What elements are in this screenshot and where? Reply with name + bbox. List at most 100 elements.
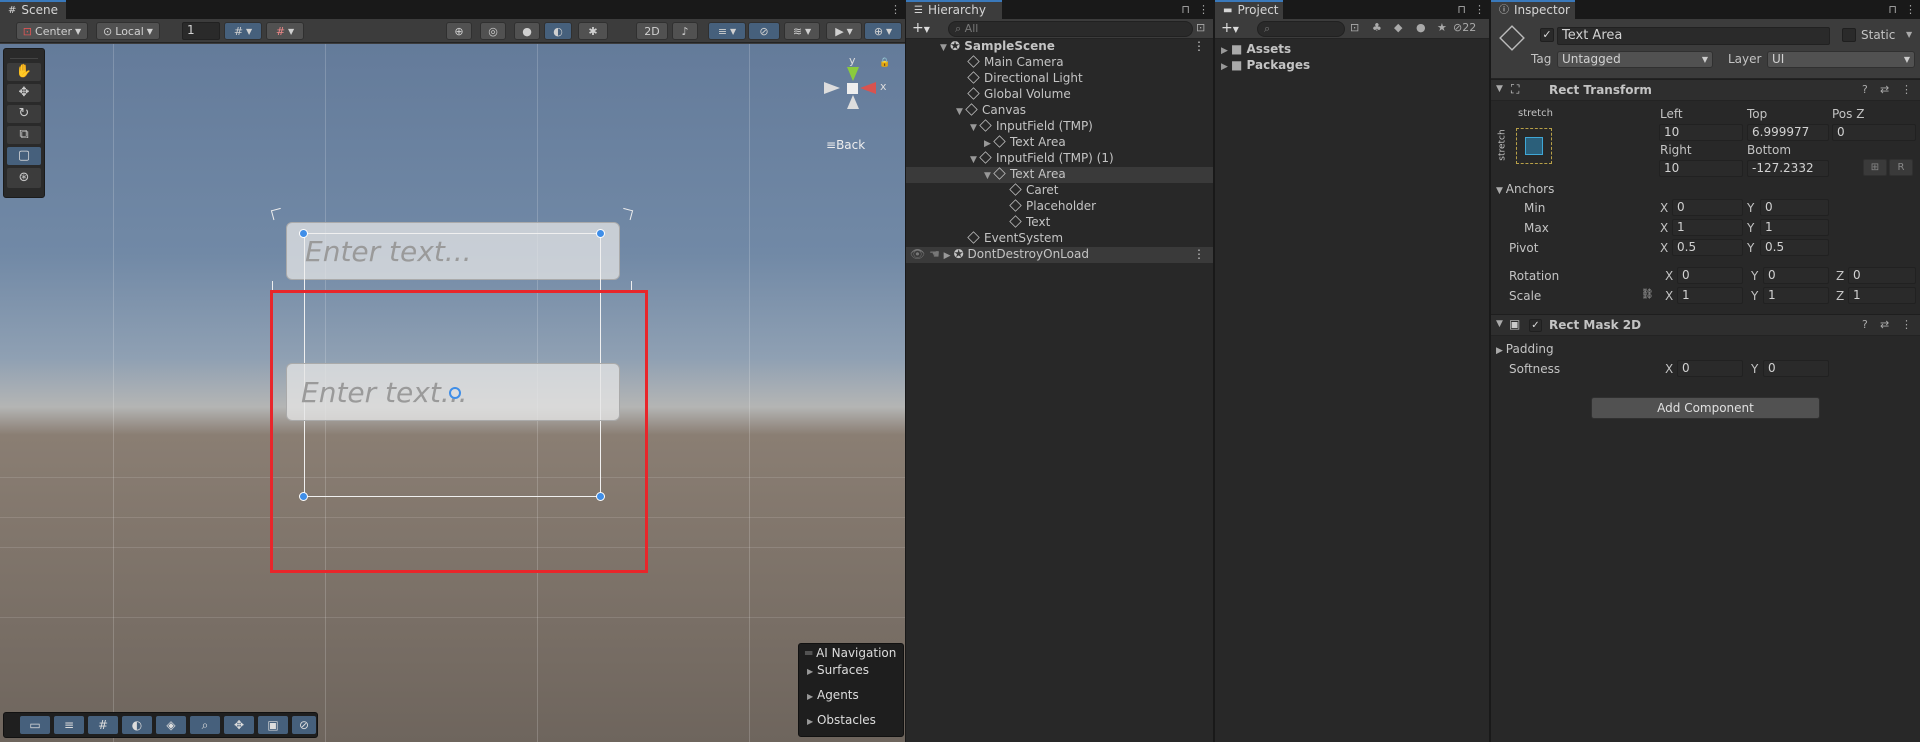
hierarchy-search[interactable]: ⌕ All [948,21,1193,37]
ai-nav-item-agents[interactable]: ▶ Agents [807,688,859,702]
list-item[interactable]: ▼ Canvas [956,103,1213,119]
more-options-icon[interactable]: ⋮ [1901,83,1912,96]
filter-type-icon[interactable]: ♣ [1372,21,1382,34]
preset-icon[interactable]: ⇄ [1880,318,1889,331]
scale-tool-button[interactable]: ⧉ [7,126,41,144]
tab-project[interactable]: ▬ Project [1215,0,1283,19]
rect-select-button[interactable]: ▭ [20,716,50,734]
search-overlay-button[interactable]: ⌕ [190,716,220,734]
grid-overlay-button[interactable]: # [88,716,118,734]
pick-icon[interactable]: ☚ [929,247,940,261]
layers-overlay-button[interactable]: ◈ [156,716,186,734]
move-overlay-button[interactable]: ✥ [224,716,254,734]
rotation-y-field[interactable]: 0 [1763,267,1829,284]
more-options-icon[interactable]: ⋮ [1193,247,1205,261]
tab-hierarchy[interactable]: ☰ Hierarchy [906,0,1002,19]
list-item[interactable]: Caret [1009,183,1213,199]
layer-dropdown[interactable]: UI ▼ [1767,51,1915,68]
list-item[interactable]: Main Camera [967,55,1213,71]
shaded-button[interactable]: ● [514,22,540,40]
list-item[interactable]: ▼ ✪ SampleScene [940,39,1213,55]
hand-tool-button[interactable]: ✋ [7,63,41,81]
constrain-proportions-icon[interactable]: ⛓ [1641,289,1654,300]
more-options-icon[interactable]: ⋮ [890,3,901,16]
list-item[interactable]: Text [1009,215,1213,231]
debug-draw-button[interactable]: ✱ [578,22,608,40]
anchor-min-x-field[interactable]: 0 [1672,199,1743,216]
back-view-button[interactable]: ≡Back [826,138,865,152]
more-options-icon[interactable]: ⋮ [1905,3,1916,16]
list-item[interactable]: ▶ Text Area [984,135,1213,151]
raw-edit-button[interactable]: R [1889,159,1913,176]
anchor-max-x-field[interactable]: 1 [1672,219,1743,236]
blueprint-mode-button[interactable]: ⊞ [1863,159,1887,176]
eye-icon[interactable]: 👁 [910,247,925,261]
lock-icon[interactable]: ⊓ [1457,3,1466,16]
more-options-icon[interactable]: ⋮ [1474,3,1485,16]
visibility-button[interactable]: ⊘ [748,22,780,40]
help-icon[interactable]: ? [1862,318,1868,331]
list-item[interactable]: ▼ InputField (TMP) [970,119,1213,135]
ai-nav-item-obstacles[interactable]: ▶ Obstacles [807,713,876,727]
gizmos-button[interactable]: ⊕ ▼ [864,22,902,40]
tab-scene[interactable]: # Scene [0,0,66,19]
static-checkbox[interactable] [1842,28,1856,42]
rotate-tool-button[interactable]: ↻ [7,105,41,123]
scale-x-field[interactable]: 1 [1677,287,1743,304]
hidden-packages-toggle[interactable]: ⊘22 [1453,21,1476,34]
create-button[interactable]: +▼ [912,20,930,36]
list-item[interactable]: Directional Light [967,71,1213,87]
help-icon[interactable]: ? [1862,83,1868,96]
list-item[interactable]: Global Volume [967,87,1213,103]
list-item[interactable]: 👁 ☚ ▶ ✪ DontDestroyOnLoad ⋮ [906,247,1213,263]
options-button[interactable]: ≡ [54,716,84,734]
mode-2d-button[interactable]: 2D [636,22,668,40]
wireframe-button[interactable]: ◎ [480,22,506,40]
shading-button[interactable]: ◐ [122,716,152,734]
anchor-triangle[interactable] [620,207,634,221]
padding-foldout[interactable]: ▶ Padding [1496,342,1554,356]
ai-nav-header[interactable]: ═ AI Navigation [805,646,896,660]
pivot-mode-dropdown[interactable]: ⊡ Center ▼ [16,22,88,40]
camera-overlay-button[interactable]: ▣ [258,716,288,734]
lock-icon[interactable]: ⊓ [1181,3,1190,16]
top-field[interactable]: 6.999977 [1747,124,1829,141]
tab-inspector[interactable]: ⓘ Inspector [1491,0,1575,19]
scale-y-field[interactable]: 1 [1763,287,1829,304]
camera-button[interactable]: ▶ ▼ [826,22,862,40]
tag-dropdown[interactable]: Untagged ▼ [1557,51,1713,68]
object-name-field[interactable]: Text Area [1557,27,1830,45]
rect-mask-header[interactable]: ▼ ▣ ✓ Rect Mask 2D ? ⇄ ⋮ [1491,314,1920,336]
anchor-triangle[interactable] [270,207,284,221]
palette-drag-handle[interactable] [10,49,38,59]
list-item[interactable]: ▼ InputField (TMP) (1) [970,151,1213,167]
scale-z-field[interactable]: 1 [1848,287,1916,304]
anchor-handle[interactable] [299,229,308,238]
softness-y-field[interactable]: 0 [1763,360,1829,377]
bottom-field[interactable]: -127.2332 [1747,160,1829,177]
list-item[interactable]: Placeholder [1009,199,1213,215]
space-mode-dropdown[interactable]: ⊙ Local ▼ [96,22,160,40]
lit-button[interactable]: ◐ [544,22,572,40]
rotation-x-field[interactable]: 0 [1677,267,1743,284]
list-item-selected[interactable]: ▼ Text Area [906,167,1213,183]
more-options-icon[interactable]: ⋮ [1901,318,1912,331]
grid-snap-input[interactable]: 1 [182,22,220,40]
search-options-icon[interactable]: ⊡ [1196,21,1205,34]
anchor-handle[interactable] [596,229,605,238]
transform-tool-button[interactable]: ⊛ [7,168,41,188]
warning-icon[interactable]: ● [1416,21,1426,34]
global-view-button[interactable]: ⊕ [446,22,472,40]
more-options-icon[interactable]: ⋮ [1198,3,1209,16]
posz-field[interactable]: 0 [1832,124,1916,141]
chevron-down-icon[interactable]: ▼ [1906,30,1912,39]
scene-viewport[interactable]: ✋ ✥ ↻ ⧉ ▢ ⊛ y x 🔒 ≡Back Enter text... En… [0,44,905,742]
scene-more-options-icon[interactable]: ⋮ [1193,39,1205,53]
right-field[interactable]: 10 [1659,160,1743,177]
list-item[interactable]: EventSystem [967,231,1213,247]
pivot-x-field[interactable]: 0.5 [1672,239,1743,256]
add-component-button[interactable]: Add Component [1591,397,1820,419]
preset-icon[interactable]: ⇄ [1880,83,1889,96]
anchor-min-y-field[interactable]: 0 [1760,199,1829,216]
filter-label-icon[interactable]: ◆ [1394,21,1402,34]
